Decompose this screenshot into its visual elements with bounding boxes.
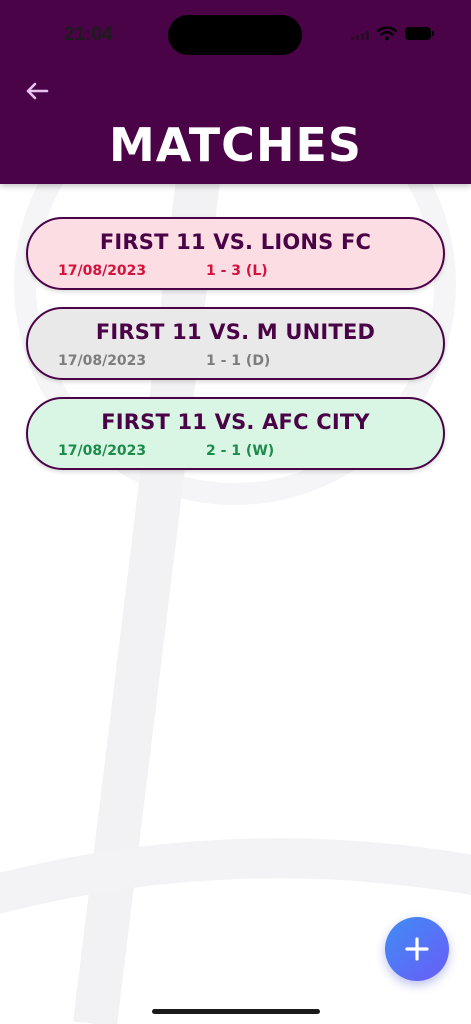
match-title: FIRST 11 VS. LIONS FC: [99, 230, 372, 254]
match-card[interactable]: FIRST 11 VS. LIONS FC 17/08/2023 1 - 3 (…: [26, 217, 445, 290]
match-title: FIRST 11 VS. M UNITED: [95, 320, 376, 344]
match-list: FIRST 11 VS. LIONS FC 17/08/2023 1 - 3 (…: [26, 217, 445, 487]
match-date: 17/08/2023: [58, 443, 147, 459]
match-date: 17/08/2023: [58, 263, 147, 279]
app-header: 21:04 MATCHES: [0, 0, 471, 184]
match-score: 1 - 3 (L): [206, 263, 268, 279]
add-match-button[interactable]: [385, 917, 449, 981]
plus-icon: [405, 937, 429, 961]
match-card[interactable]: FIRST 11 VS. M UNITED 17/08/2023 1 - 1 (…: [26, 307, 445, 380]
match-date: 17/08/2023: [58, 353, 147, 369]
home-indicator: [152, 1009, 320, 1014]
status-icons: [351, 26, 434, 41]
back-button[interactable]: [22, 76, 52, 106]
wifi-icon: [377, 26, 397, 41]
matches-screen: 21:04 MATCHES FIRST 11 VS. LIONS FC 17/0…: [0, 0, 471, 1024]
dynamic-island: [168, 15, 302, 55]
battery-icon: [405, 27, 434, 40]
match-title: FIRST 11 VS. AFC CITY: [101, 410, 370, 434]
page-title: MATCHES: [109, 118, 362, 172]
match-card[interactable]: FIRST 11 VS. AFC CITY 17/08/2023 2 - 1 (…: [26, 397, 445, 470]
arrow-left-icon: [26, 82, 49, 100]
status-time: 21:04: [64, 24, 113, 45]
match-score: 1 - 1 (D): [206, 353, 271, 369]
signal-icon: [351, 28, 369, 40]
match-score: 2 - 1 (W): [206, 443, 275, 459]
